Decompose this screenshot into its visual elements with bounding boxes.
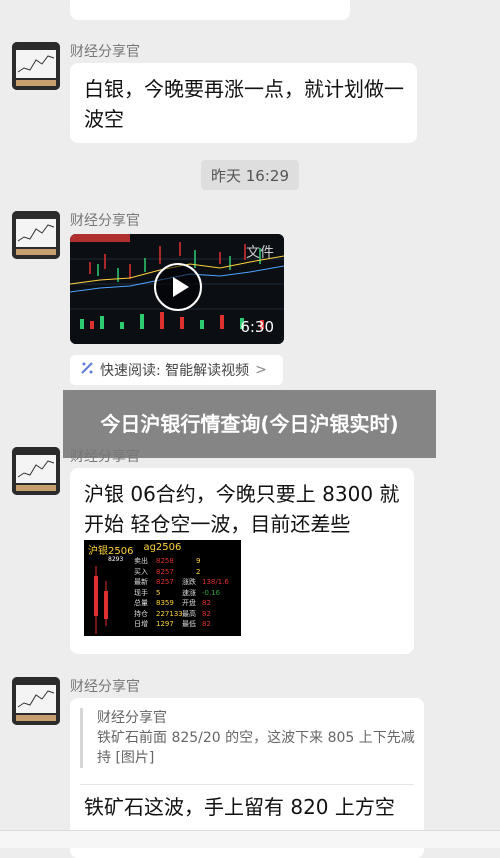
- quote-header-contract: 沪银2506: [88, 546, 134, 557]
- quote-row-value2: 2: [196, 567, 201, 576]
- quote-row-value3: 82: [202, 620, 211, 628]
- divider: [80, 784, 414, 785]
- quoted-message[interactable]: 财经分享官 铁矿石前面 825/20 的空，这波下来 805 上下先减持 [图片…: [80, 708, 423, 768]
- quote-row-value: 1297: [156, 620, 174, 628]
- avatar[interactable]: [12, 677, 60, 725]
- sender-name: 财经分享官: [70, 44, 140, 60]
- quote-row-label: 现手: [134, 588, 148, 597]
- message-bubble[interactable]: 白银，今晚要再涨一点，就计划做一波空: [70, 63, 417, 143]
- avatar-chart-image: [12, 677, 60, 725]
- quote-row-value: 8257: [156, 578, 174, 586]
- quick-read-label: 快速阅读: 智能解读视频: [100, 363, 250, 379]
- quote-row-value: 227133: [156, 609, 183, 618]
- quote-row-value: 5: [156, 588, 161, 597]
- quote-row-value3: -0.16: [202, 588, 221, 597]
- message-bubble[interactable]: 沪银 06合约，今晚只要上 8300 就开始 轻仓空一波，目前还差些 沪银250…: [70, 468, 414, 654]
- message-text: 沪银 06合约，今晚只要上 8300 就开始 轻仓空一波，目前还差些: [84, 482, 400, 536]
- quote-row-label: 日增: [134, 620, 148, 628]
- message-text: 铁矿石这波，手上留有 820 上方空: [84, 795, 395, 819]
- sender-name: 财经分享官: [70, 679, 140, 695]
- quote-row-label2: 开盘: [182, 599, 196, 607]
- quote-row-label2: 速涨: [182, 588, 196, 597]
- quote-row-label: 最新: [134, 578, 148, 586]
- bottom-input-bar[interactable]: [0, 830, 500, 848]
- quote-header-code: ag2506: [143, 542, 182, 553]
- quote-row-label2: 最高: [182, 609, 196, 618]
- video-duration: 6:30: [240, 318, 274, 336]
- quote-row-value: 8258: [156, 557, 174, 565]
- quoted-text: 铁矿石前面 825/20 的空，这波下来 805 上下先减持 [图片]: [97, 730, 415, 766]
- timestamp: 昨天 16:29: [201, 160, 299, 190]
- play-button[interactable]: [154, 263, 202, 311]
- sparkle-icon: [80, 361, 94, 379]
- message-text: 白银，今晚要再涨一点，就计划做一波空: [84, 77, 404, 131]
- quote-row-label: 卖出: [134, 557, 148, 565]
- quote-row-label: 总量: [134, 599, 148, 607]
- quote-row-value3: 82: [202, 609, 211, 618]
- sender-name: 财经分享官: [70, 213, 140, 229]
- avatar-chart-image: [12, 211, 60, 259]
- avatar[interactable]: [12, 447, 60, 495]
- avatar[interactable]: [12, 42, 60, 90]
- mini-candle-chart: [94, 566, 108, 634]
- quote-row-value: 8257: [156, 567, 174, 576]
- quote-row-label2: 最低: [182, 620, 196, 628]
- banner-title: 今日沪银行情查询(今日沪银实时): [100, 412, 399, 436]
- quote-row-label: 持仓: [134, 609, 148, 618]
- quote-row-value3: 82: [202, 599, 211, 607]
- avatar[interactable]: [12, 211, 60, 259]
- avatar-chart-image: [12, 447, 60, 495]
- quote-row-label2: 涨跌: [182, 578, 196, 586]
- play-icon: [173, 277, 189, 297]
- clipped-message-bubble[interactable]: [70, 0, 350, 20]
- quote-row-value2: 9: [196, 557, 201, 565]
- quote-row-value: 8359: [156, 599, 174, 607]
- chevron-right-icon: >: [255, 362, 267, 378]
- video-overlay-text: 文件: [246, 245, 274, 261]
- sender-name: 财经分享官: [70, 449, 140, 465]
- quote-panel-image[interactable]: 沪银2506 ag2506 8293 卖出 8258 9 买入 8257 2 最新 825…: [84, 540, 241, 636]
- quote-row-label: 买入: [134, 567, 148, 576]
- quoted-author: 财经分享官: [97, 710, 167, 726]
- avatar-chart-image: [12, 42, 60, 90]
- price-tag: 8293: [108, 556, 124, 563]
- quote-row-value3: 138/1.6: [202, 578, 229, 586]
- quick-read-link[interactable]: 快速阅读: 智能解读视频 >: [70, 355, 283, 385]
